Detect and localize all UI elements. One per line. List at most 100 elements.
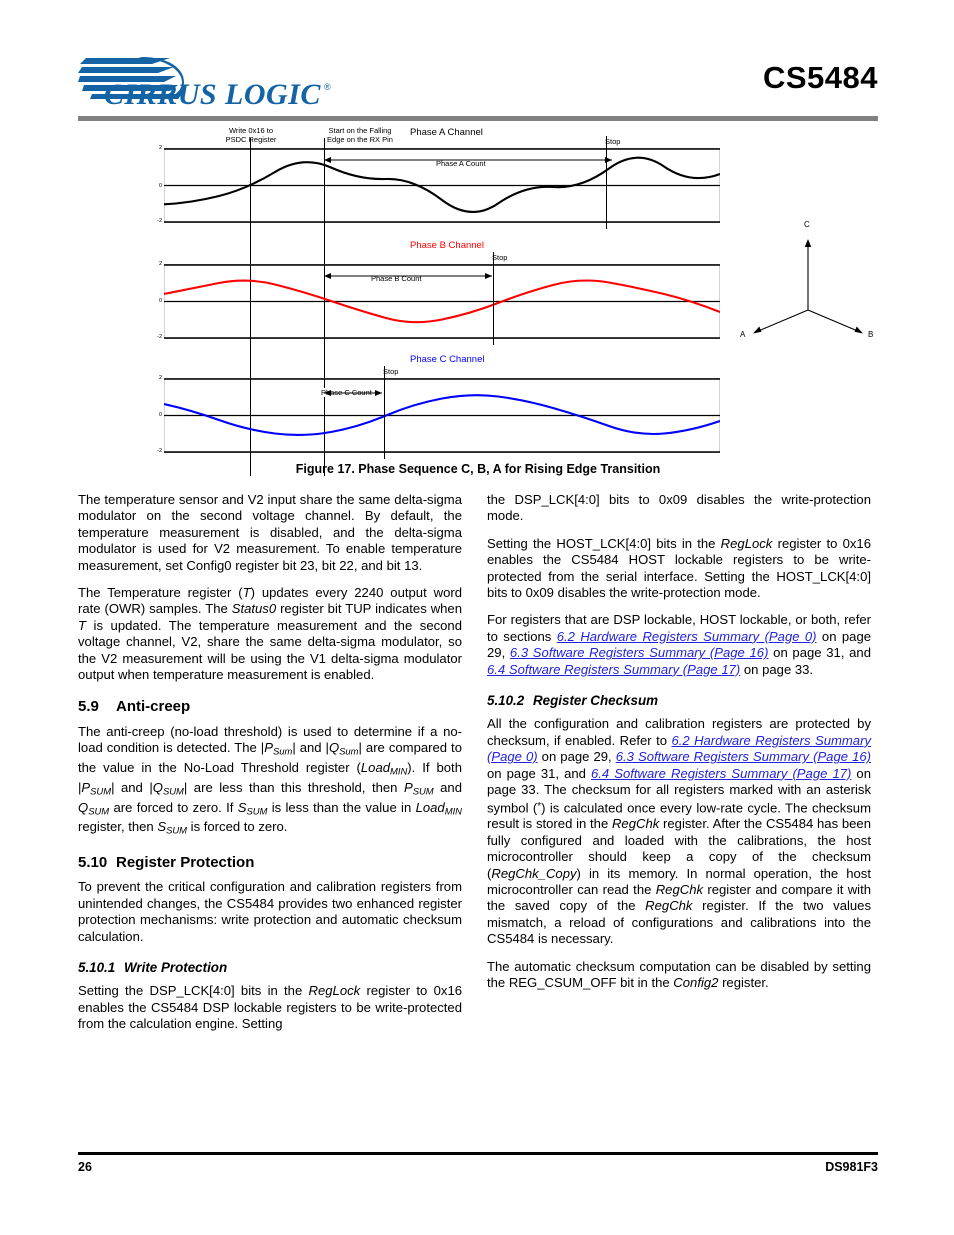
sub-SUM: SUM [412,785,434,797]
subsection-heading-5-10-1: 5.10.1 Write Protection [78,960,462,976]
text-run: is forced to zero. [187,819,288,835]
text-run: is less than the value in [267,799,416,815]
sub-SUM: SUM [166,824,188,836]
phase-a-stop-label: Stop [605,137,621,146]
link-6-3-software-registers-summary[interactable]: 6.3 Software Registers Summary (Page 16) [510,645,769,660]
phase-b-stop-marker [493,252,495,345]
phase-b-channel-title: Phase B Channel [410,240,484,251]
register-reglock: RegLock [720,535,773,551]
register-regchk: RegChk [611,816,660,832]
var-Q: Q [328,740,340,756]
header-divider [78,116,878,121]
phase-a-stop-marker [606,136,608,229]
var-S: S [157,819,167,835]
text-run: and [433,779,462,795]
phase-c-ytick-mid: 0 [158,412,162,418]
subsection-number: 5.10.2 [487,693,525,709]
register-regchk-copy: RegChk_Copy [491,865,577,881]
sub-SUM: SUM [90,785,112,797]
section-heading-5-9: 5.9 Anti-creep [78,698,462,716]
right-text-column: the DSP_LCK[4:0] bits to 0x09 disables t… [487,492,871,991]
phasor-label-a: A [740,330,746,339]
phase-b-ytick-top: 2 [158,261,162,267]
part-number-title: CS5484 [762,60,878,95]
phase-b-stop-label: Stop [492,253,508,262]
sub-SUM: SUM [162,785,184,797]
phase-a-ytick-mid: 0 [158,183,162,189]
phase-c-stop-label: Stop [383,367,399,376]
left-text-column: The temperature sensor and V2 input shar… [78,492,462,1033]
section-number: 5.9 [78,698,99,716]
sub-MIN: MIN [390,765,408,777]
figure-caption: Figure 17. Phase Sequence C, B, A for Ri… [295,462,661,476]
paragraph-anti-creep: The anti-creep (no-load threshold) is us… [78,724,462,839]
subsection-heading-5-10-2: 5.10.2 Register Checksum [487,693,871,709]
italic-status0: Status0 [231,601,277,617]
link-6-3-software-registers-summary[interactable]: 6.3 Software Registers Summary (Page 16) [616,749,871,764]
paragraph-register-protection: To prevent the critical configuration an… [78,879,462,944]
annotation-line-2: Edge on the RX Pin [327,135,393,144]
sub-Sum: Sum [272,745,293,757]
text-run: | and | [292,740,329,756]
sub-MIN: MIN [444,804,462,816]
text-run: register bit TUP indicates when [276,601,462,617]
link-6-4-software-registers-summary[interactable]: 6.4 Software Registers Summary (Page 17) [591,766,851,781]
phasor-label-c: C [804,220,810,229]
sub-Sum: Sum [339,745,359,757]
italic-T: T [242,585,251,601]
text-run: on page 29, [537,749,616,765]
text-run: register, then [78,819,158,835]
text-run: is updated. The temperature measurement … [78,617,462,683]
var-Q: Q [152,779,163,795]
italic-T: T [78,617,86,633]
sub-SUM: SUM [88,804,110,816]
phase-a-ytick-bot: -2 [157,218,162,224]
text-run: register. [718,975,769,990]
var-P: P [403,779,413,795]
var-Load: Load [415,799,445,815]
text-run: | are less than this threshold, then [183,779,404,795]
phase-c-stop-marker [384,366,386,459]
register-regchk: RegChk [645,898,693,914]
text-run: Setting the HOST_LCK[4:0] bits in the [487,535,721,551]
footer-divider [78,1152,878,1155]
phasor-label-b: B [868,330,874,339]
phase-c-ytick-top: 2 [158,375,162,381]
section-number: 5.10 [78,854,108,872]
paragraph-temperature-sensor: The temperature sensor and V2 input shar… [78,492,462,573]
subsection-title: Register Checksum [533,693,659,709]
phase-a-waveform-plot [164,148,720,223]
var-Load: Load [360,760,391,776]
document-id: DS981F3 [825,1160,878,1174]
paragraph-host-lck: Setting the HOST_LCK[4:0] bits in the Re… [487,536,871,602]
text-run: are forced to zero. If [109,799,238,815]
page-header: CIRRUS LOGIC ® CS5484 [78,52,878,114]
phase-c-channel-title: Phase C Channel [410,354,485,365]
subsection-number: 5.10.1 [78,960,116,976]
svg-text:CIRRUS LOGIC: CIRRUS LOGIC [104,78,321,110]
phase-a-channel-title: Phase A Channel [410,127,483,138]
text-run: | and | [111,779,153,795]
link-6-2-hardware-registers-summary[interactable]: 6.2 Hardware Registers Summary (Page 0) [557,629,817,644]
register-regchk: RegChk [655,881,704,897]
register-config2: Config2 [673,975,719,990]
paragraph-auto-checksum-disable: The automatic checksum computation can b… [487,959,871,992]
paragraph-dsp-lck-continued: the DSP_LCK[4:0] bits to 0x09 disables t… [487,492,871,524]
text-run: on page 33. [740,661,814,677]
section-heading-5-10: 5.10 Register Protection [78,854,462,872]
section-title: Anti-creep [116,698,191,716]
phase-b-waveform-plot [164,264,720,339]
var-P: P [81,779,91,795]
cirrus-logic-logo: CIRRUS LOGIC ® [78,52,348,110]
phase-a-ytick-top: 2 [158,145,162,151]
phase-b-ytick-bot: -2 [157,334,162,340]
var-P: P [264,740,273,756]
paragraph-write-protection: Setting the DSP_LCK[4:0] bits in the Reg… [78,983,462,1032]
phase-c-ytick-bot: -2 [157,448,162,454]
link-6-4-software-registers-summary[interactable]: 6.4 Software Registers Summary (Page 17) [487,662,740,677]
sub-SUM: SUM [246,804,268,816]
text-run: on page 31, and [768,645,871,661]
page-number: 26 [78,1160,92,1174]
paragraph-register-checksum: All the configuration and calibration re… [487,716,871,947]
paragraph-register-references: For registers that are DSP lockable, HOS… [487,612,871,678]
